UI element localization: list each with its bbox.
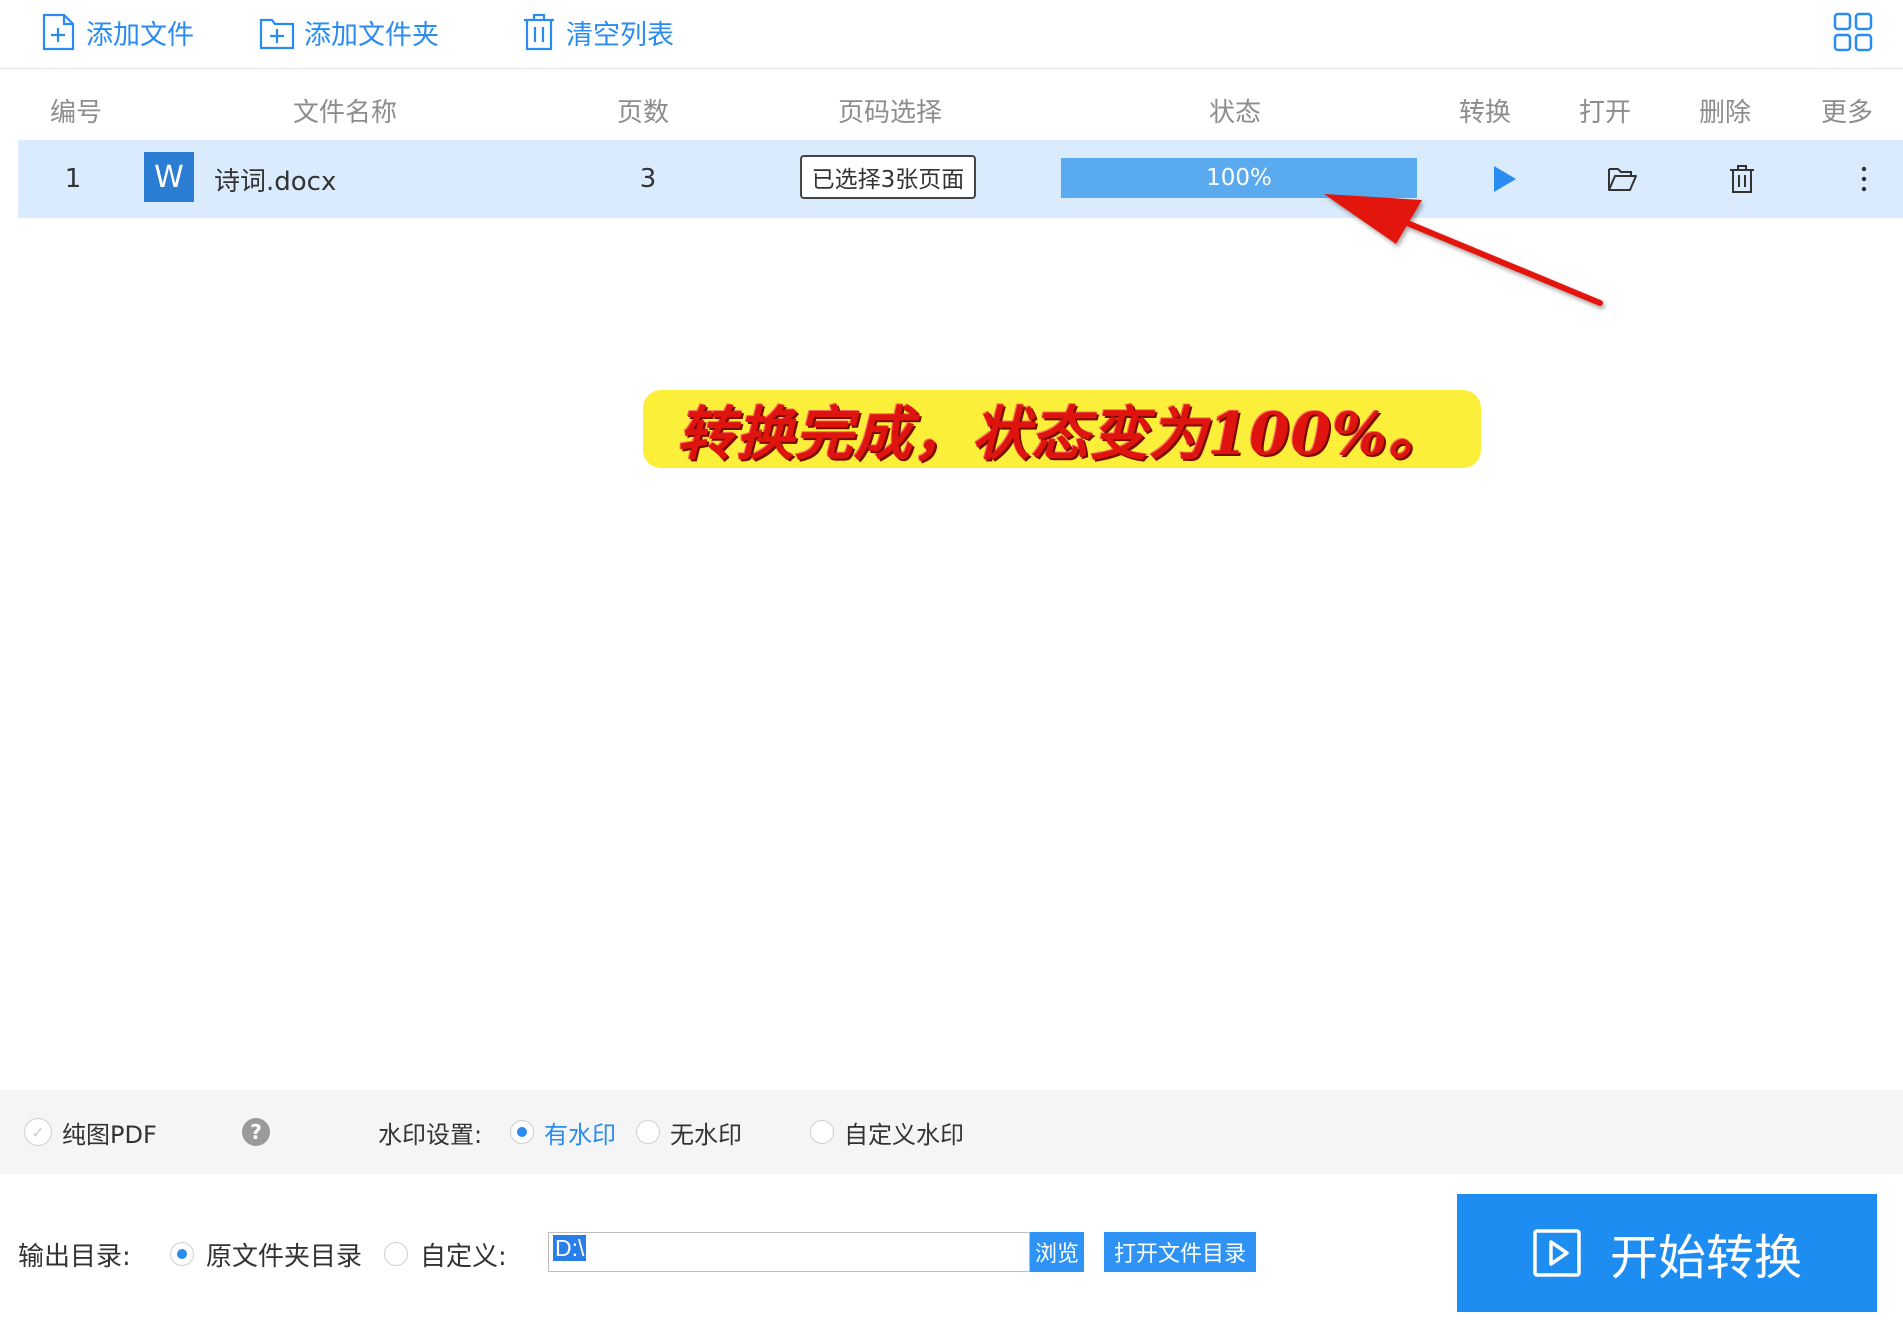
add-folder-button[interactable]: 添加文件夹 (258, 8, 439, 56)
help-button[interactable]: ? (242, 1090, 270, 1174)
browse-button[interactable]: 浏览 (1030, 1232, 1084, 1272)
table-row[interactable]: 1 W 诗词.docx 3 已选择3张页面 100% (18, 140, 1903, 218)
header-more: 更多 (1820, 98, 1873, 128)
options-bar: ✓ 纯图PDF ? 水印设置: 有水印 无水印 自定义水印 (0, 1090, 1903, 1174)
trash-icon (524, 13, 554, 51)
with-watermark-option[interactable]: 有水印 (510, 1090, 616, 1174)
pure-image-pdf-label: 纯图PDF (62, 1120, 157, 1149)
original-folder-label: 原文件夹目录 (206, 1241, 363, 1272)
clear-list-button[interactable]: 清空列表 (520, 8, 674, 56)
toolbar: 添加文件 添加文件夹 清空列表 (0, 0, 1903, 69)
delete-button[interactable] (1722, 159, 1762, 199)
pure-image-pdf-option[interactable]: ✓ 纯图PDF (24, 1090, 157, 1174)
with-watermark-radio[interactable] (510, 1120, 534, 1144)
more-button[interactable] (1844, 159, 1884, 199)
table-header: 编号 文件名称 页数 页码选择 状态 转换 打开 删除 更多 (0, 80, 1903, 138)
row-file-name: 诗词.docx (214, 166, 337, 197)
custom-watermark-option[interactable]: 自定义水印 (810, 1090, 964, 1174)
header-status: 状态 (1208, 98, 1261, 128)
file-plus-icon (42, 13, 75, 51)
more-vertical-icon (1861, 166, 1867, 192)
header-pages: 页数 (616, 98, 669, 128)
output-bar: 输出目录: 原文件夹目录 自定义: D:\ 浏览 打开文件目录 开始转换 (0, 1174, 1903, 1323)
custom-dir-radio[interactable] (384, 1242, 408, 1266)
header-convert: 转换 (1458, 98, 1511, 128)
grid-icon[interactable] (1833, 12, 1873, 52)
checkmark-icon: ✓ (24, 1118, 52, 1146)
add-file-label: 添加文件 (86, 19, 194, 51)
start-convert-button[interactable]: 开始转换 (1457, 1194, 1877, 1312)
header-delete: 删除 (1698, 98, 1751, 128)
row-index: 1 (64, 164, 82, 194)
custom-watermark-radio[interactable] (810, 1120, 834, 1144)
page-selection-button[interactable]: 已选择3张页面 (800, 155, 976, 199)
red-arrow-annotation (1324, 194, 1603, 306)
row-pages: 3 (639, 164, 657, 194)
open-folder-button[interactable]: 打开文件目录 (1104, 1232, 1256, 1272)
annotation-banner: 转换完成，状态变为100%。 (643, 390, 1481, 468)
add-file-button[interactable]: 添加文件 (40, 8, 194, 56)
header-page-selection: 页码选择 (837, 98, 942, 128)
add-folder-label: 添加文件夹 (304, 19, 439, 51)
no-watermark-radio[interactable] (636, 1120, 660, 1144)
output-dir-label: 输出目录: (18, 1241, 131, 1272)
trash-icon (1730, 165, 1754, 193)
header-file-name: 文件名称 (292, 98, 397, 128)
with-watermark-label: 有水印 (544, 1120, 616, 1149)
play-square-icon (1533, 1229, 1581, 1277)
custom-dir-option[interactable]: 自定义: (384, 1174, 507, 1323)
folder-plus-icon (259, 18, 295, 50)
original-folder-radio[interactable] (170, 1242, 194, 1266)
no-watermark-option[interactable]: 无水印 (636, 1090, 742, 1174)
output-path-value: D:\ (553, 1235, 587, 1261)
clear-list-label: 清空列表 (566, 19, 674, 51)
output-path-input[interactable]: D:\ (548, 1232, 1030, 1272)
header-open: 打开 (1578, 98, 1631, 128)
app-window: 添加文件 添加文件夹 清空列表 编号 文件名称 页数 页码选择 状态 转换 打开… (0, 0, 1903, 1323)
watermark-label: 水印设置: (378, 1120, 483, 1149)
custom-dir-label: 自定义: (420, 1241, 507, 1272)
word-file-icon: W (144, 152, 194, 202)
header-index: 编号 (49, 98, 102, 128)
start-convert-label: 开始转换 (1609, 1230, 1802, 1286)
custom-watermark-label: 自定义水印 (844, 1120, 964, 1149)
help-icon: ? (242, 1118, 270, 1146)
no-watermark-label: 无水印 (670, 1120, 742, 1149)
original-folder-option[interactable]: 原文件夹目录 (170, 1174, 362, 1323)
